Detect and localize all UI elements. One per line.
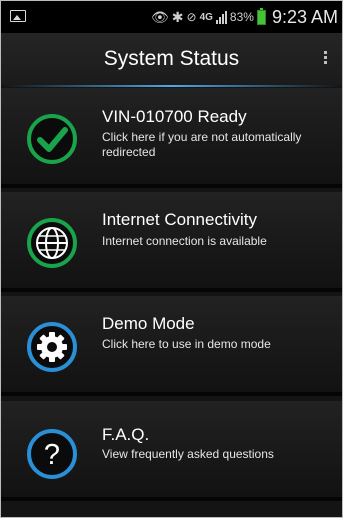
app-frame: 👁 ✱ ⊘ 4G 83% 9:23 AM System Status VIN-0… — [0, 0, 343, 518]
signal-icon — [215, 10, 227, 24]
list-item-vin-ready[interactable]: VIN-010700 Ready Click here if you are n… — [1, 88, 342, 188]
item-subtitle: View frequently asked questions — [102, 447, 274, 461]
battery-icon — [256, 7, 266, 25]
status-icons: 👁 ✱ ⊘ 4G 83% 9:23 AM — [151, 7, 338, 27]
check-circle-icon — [27, 114, 77, 164]
list-item-demo-mode[interactable]: Demo Mode Click here to use in demo mode — [1, 296, 342, 396]
gallery-notification-icon — [10, 10, 26, 22]
clock: 9:23 AM — [271, 6, 338, 27]
globe-icon — [27, 218, 77, 268]
header-divider — [1, 85, 342, 87]
eye-icon: 👁 — [151, 8, 169, 25]
battery-percent: 83% — [229, 10, 254, 24]
gear-icon — [27, 322, 77, 372]
item-title: VIN-010700 Ready — [102, 107, 247, 126]
item-title: F.A.Q. — [102, 425, 150, 444]
list-item-internet[interactable]: Internet Connectivity Internet connectio… — [1, 192, 342, 292]
question-icon: ? — [27, 429, 77, 479]
item-subtitle: Click here if you are not automatically … — [102, 130, 302, 159]
svg-text:?: ? — [44, 439, 60, 471]
item-title: Demo Mode — [102, 314, 195, 333]
mute-icon: ⊘ — [186, 10, 197, 24]
item-subtitle: Click here to use in demo mode — [102, 337, 271, 351]
item-subtitle: Internet connection is available — [102, 234, 267, 248]
item-title: Internet Connectivity — [102, 210, 257, 229]
list-item-faq[interactable]: ? F.A.Q. View frequently asked questions — [1, 401, 342, 501]
page-title: System Status — [103, 47, 240, 70]
action-bar: System Status — [1, 33, 342, 85]
status-bar: 👁 ✱ ⊘ 4G 83% 9:23 AM — [1, 1, 342, 33]
overflow-menu-icon[interactable] — [324, 51, 328, 66]
bluetooth-icon: ✱ — [171, 8, 184, 25]
network-type-label: 4G — [199, 11, 213, 23]
